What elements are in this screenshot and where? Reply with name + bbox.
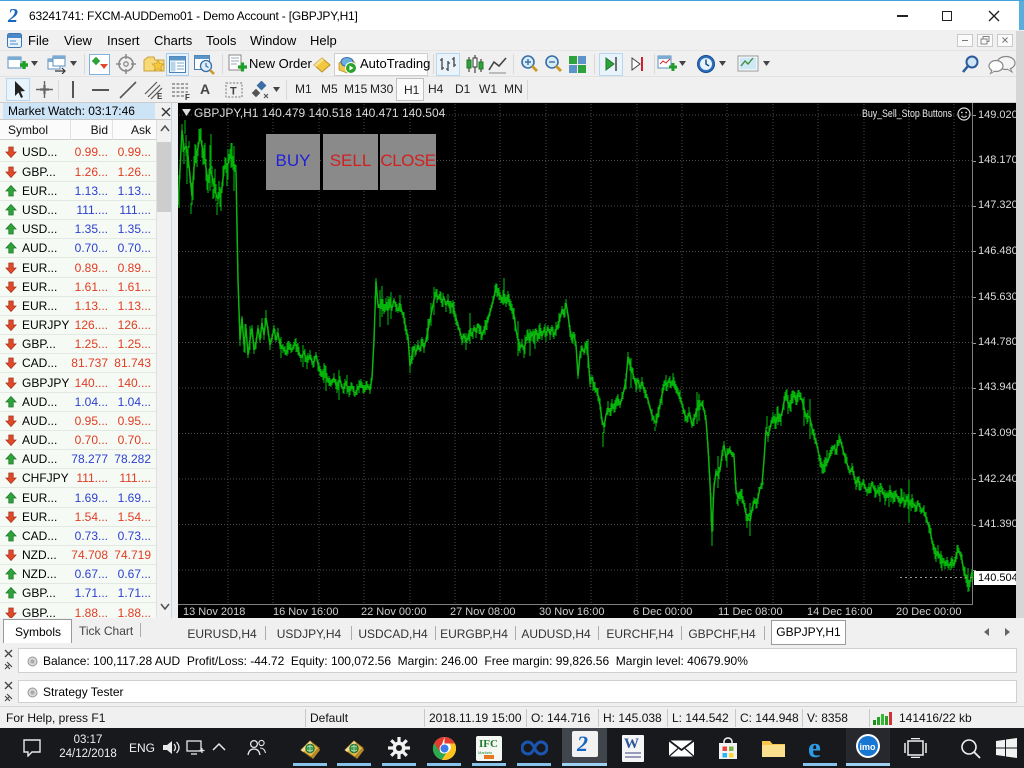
svg-text:imo: imo [860,742,877,752]
svg-text:E: E [157,92,163,101]
svg-text:T: T [230,86,237,98]
svg-text:F: F [185,93,190,101]
